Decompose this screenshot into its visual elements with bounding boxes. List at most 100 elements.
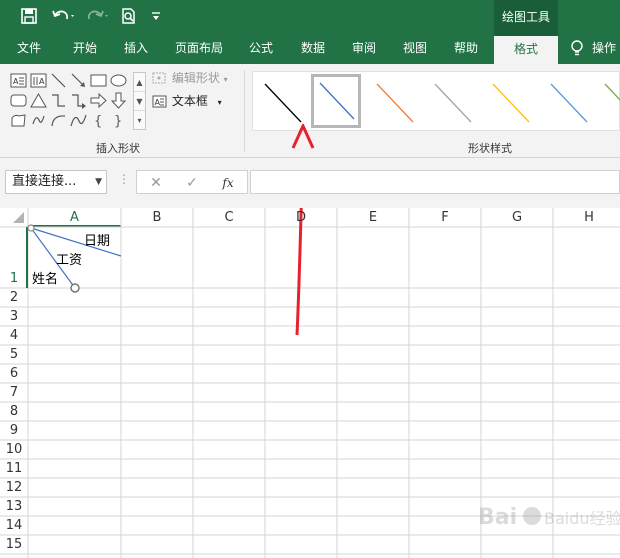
curve-shape-icon[interactable] <box>70 112 87 129</box>
svg-text:Bai: Bai <box>478 505 517 530</box>
column-header-B[interactable]: B <box>121 208 193 227</box>
tab-insert[interactable]: 插入 <box>112 34 160 64</box>
text-box-button[interactable]: A 文本框 ▾ <box>152 91 222 111</box>
row-header-2[interactable]: 2 <box>0 288 28 307</box>
row-header-15[interactable]: 15 <box>0 535 28 554</box>
tab-view[interactable]: 视图 <box>392 34 438 64</box>
row-header-13[interactable]: 13 <box>0 497 28 516</box>
oval-shape-icon[interactable] <box>110 72 127 89</box>
rounded-rectangle-shape-icon[interactable] <box>10 92 27 109</box>
column-header-C[interactable]: C <box>193 208 265 227</box>
arrow-line-shape-icon[interactable] <box>70 72 87 89</box>
svg-text:A: A <box>39 77 45 86</box>
column-header-E[interactable]: E <box>337 208 409 227</box>
shape-style-green[interactable] <box>597 74 620 128</box>
cell-a1-date-label: 日期 <box>84 234 111 249</box>
row-header-14[interactable]: 14 <box>0 516 28 535</box>
svg-text:Baidu经验: Baidu经验 <box>544 509 620 528</box>
row-header-10[interactable]: 10 <box>0 440 28 459</box>
tab-page-layout[interactable]: 页面布局 <box>166 34 232 64</box>
tab-tell-me[interactable]: 操作 <box>592 34 620 64</box>
row-header-9[interactable]: 9 <box>0 421 28 440</box>
row-header-5[interactable]: 5 <box>0 345 28 364</box>
left-brace-shape-icon[interactable]: { <box>90 112 107 129</box>
chevron-down-icon[interactable]: ▼ <box>95 171 102 193</box>
insert-shapes-gallery[interactable]: A A { } <box>10 72 138 130</box>
row-header-8[interactable]: 8 <box>0 402 28 421</box>
redo-icon[interactable] <box>84 7 112 27</box>
line-shape-icon[interactable] <box>50 72 67 89</box>
row-header-12[interactable]: 12 <box>0 478 28 497</box>
freeform-shape-icon[interactable] <box>10 112 27 129</box>
worksheet-grid[interactable]: Bai Baidu经验 A B C D E F G H 1 2 3 4 5 6 … <box>0 124 620 558</box>
column-header-H[interactable]: H <box>553 208 620 227</box>
tab-format[interactable]: 格式 <box>494 34 558 64</box>
elbow-arrow-connector-shape-icon[interactable] <box>70 92 87 109</box>
formula-bar-resize-handle[interactable]: ⋮ <box>118 172 130 186</box>
rectangle-shape-icon[interactable] <box>90 72 107 89</box>
column-header-A[interactable]: A <box>28 208 121 227</box>
cancel-icon[interactable]: ✕ <box>141 173 171 193</box>
shape-style-black[interactable] <box>257 74 307 128</box>
shape-style-blue-selected[interactable] <box>311 74 361 128</box>
tab-file[interactable]: 文件 <box>6 34 52 64</box>
undo-icon[interactable] <box>50 7 78 27</box>
row-header-11[interactable]: 11 <box>0 459 28 478</box>
tell-me-lightbulb-icon[interactable] <box>566 34 588 64</box>
svg-text:A: A <box>155 98 161 107</box>
column-header-D[interactable]: D <box>265 208 337 227</box>
scribble-shape-icon[interactable] <box>30 112 47 129</box>
name-box[interactable]: 直接连接... ▼ <box>5 170 107 194</box>
text-box-label: 文本框 <box>171 94 208 108</box>
edit-shape-button[interactable]: 编辑形状 ▾ <box>152 68 228 88</box>
row-header-6[interactable]: 6 <box>0 364 28 383</box>
insert-function-icon[interactable]: fx <box>213 173 243 193</box>
shapes-gallery-scrollbar[interactable]: ▲ ▼ ▾ <box>133 72 146 130</box>
group-divider <box>244 70 245 152</box>
row-header-3[interactable]: 3 <box>0 307 28 326</box>
edit-shape-icon <box>152 72 166 83</box>
drawing-tools-context-label: 绘图工具 <box>494 0 558 34</box>
tab-data[interactable]: 数据 <box>290 34 336 64</box>
chevron-down-icon: ▾ <box>217 98 222 107</box>
line-end-handle[interactable] <box>70 283 80 293</box>
column-header-G[interactable]: G <box>481 208 553 227</box>
print-preview-icon[interactable] <box>118 7 140 27</box>
gallery-scroll-down-icon[interactable]: ▼ <box>134 92 145 111</box>
save-icon[interactable] <box>18 7 40 27</box>
tab-formulas[interactable]: 公式 <box>238 34 284 64</box>
baidu-watermark: Bai Baidu经验 <box>478 505 620 530</box>
shape-style-gold[interactable] <box>485 74 535 128</box>
down-arrow-shape-icon[interactable] <box>110 92 127 109</box>
insert-shapes-group-label: 插入形状 <box>96 142 140 155</box>
formula-input[interactable] <box>250 170 620 194</box>
row-header-7[interactable]: 7 <box>0 383 28 402</box>
triangle-shape-icon[interactable] <box>30 92 47 109</box>
right-brace-shape-icon[interactable]: } <box>110 112 127 129</box>
svg-text:A: A <box>13 77 19 86</box>
right-arrow-shape-icon[interactable] <box>90 92 107 109</box>
row-header-4[interactable]: 4 <box>0 326 28 345</box>
customize-toolbar-icon[interactable] <box>148 7 164 27</box>
text-box-shape-icon[interactable]: A <box>10 72 27 89</box>
shape-style-light-blue[interactable] <box>543 74 593 128</box>
name-box-value: 直接连接... <box>12 174 77 189</box>
shape-styles-gallery[interactable] <box>252 71 620 131</box>
gallery-more-icon[interactable]: ▾ <box>134 111 145 130</box>
shape-style-gray[interactable] <box>427 74 477 128</box>
arc-shape-icon[interactable] <box>50 112 67 129</box>
shape-style-orange[interactable] <box>369 74 419 128</box>
svg-text:{: { <box>94 114 102 129</box>
svg-text:}: } <box>114 114 122 129</box>
tab-review[interactable]: 审阅 <box>340 34 388 64</box>
tab-help[interactable]: 帮助 <box>442 34 490 64</box>
enter-icon[interactable]: ✓ <box>177 173 207 193</box>
text-box-icon: A <box>152 95 167 107</box>
vertical-text-box-shape-icon[interactable]: A <box>30 72 47 89</box>
gallery-scroll-up-icon[interactable]: ▲ <box>134 73 145 92</box>
shape-styles-group-label: 形状样式 <box>468 142 512 155</box>
elbow-connector-shape-icon[interactable] <box>50 92 67 109</box>
column-header-F[interactable]: F <box>409 208 481 227</box>
tab-home[interactable]: 开始 <box>60 34 110 64</box>
row-header-1[interactable]: 1 <box>0 270 28 288</box>
